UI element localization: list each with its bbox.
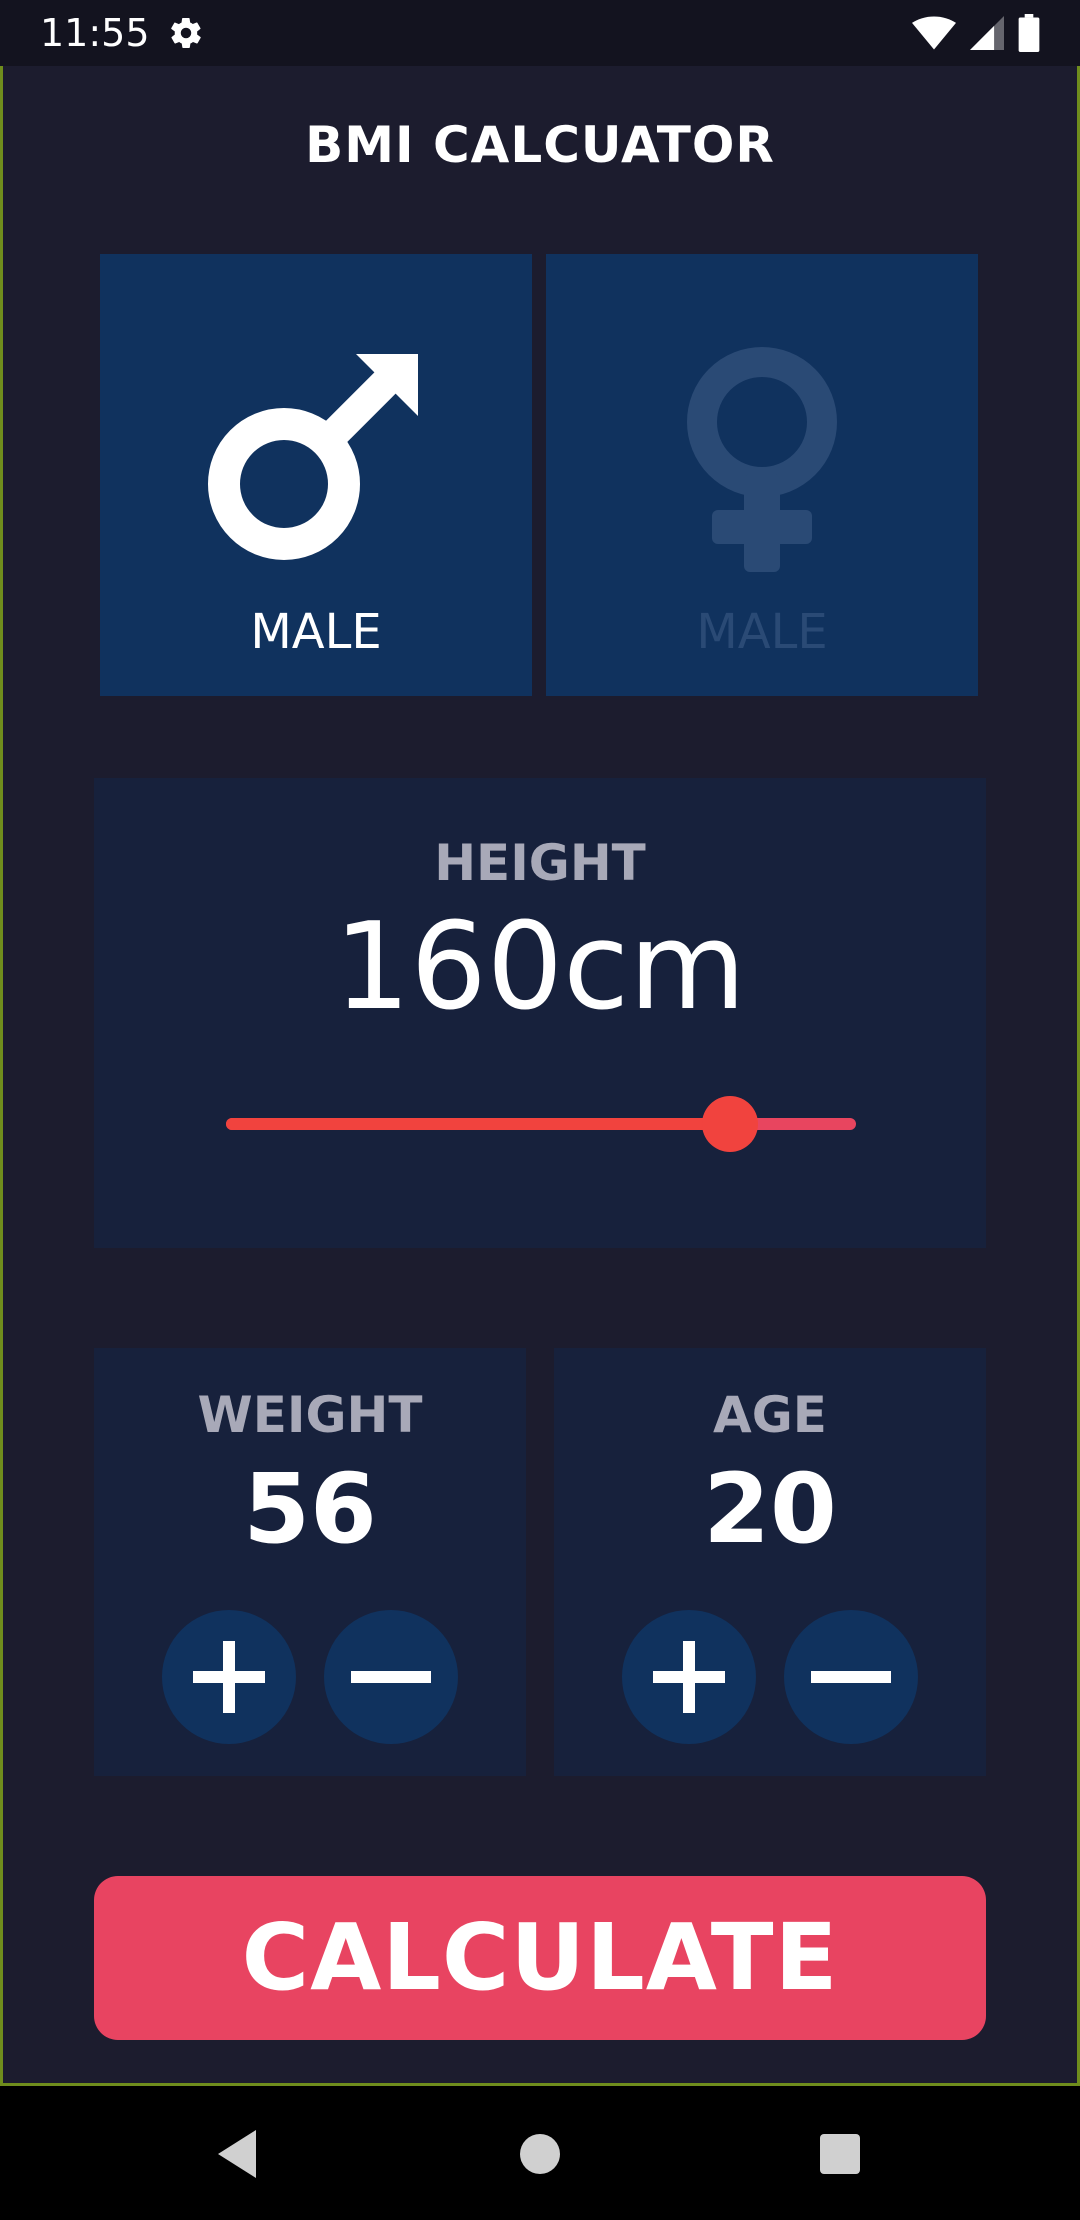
female-icon (687, 347, 837, 572)
screen: 11:55 BMI CALCUATOR MALE MALE HEIGHT 160… (0, 0, 1080, 2220)
app-content: BMI CALCUATOR MALE MALE HEIGHT 160cm WEI… (0, 66, 1080, 2040)
height-slider-active (226, 1118, 730, 1130)
plus-icon (653, 1641, 725, 1713)
weight-value: 56 (243, 1453, 377, 1565)
plus-icon (193, 1641, 265, 1713)
back-icon[interactable] (212, 2126, 268, 2182)
nav-bar (0, 2086, 1080, 2220)
minus-icon (351, 1671, 431, 1683)
height-card: HEIGHT 160cm (94, 778, 986, 1248)
male-card[interactable]: MALE (100, 254, 532, 696)
height-value: 160cm (334, 898, 746, 1037)
age-minus-button[interactable] (784, 1610, 918, 1744)
female-label: MALE (696, 604, 828, 660)
weight-label: WEIGHT (197, 1386, 423, 1444)
age-card: AGE 20 (554, 1348, 986, 1776)
recents-icon[interactable] (812, 2126, 868, 2182)
calculate-button[interactable]: CALCULATE (94, 1876, 986, 2040)
age-value: 20 (703, 1453, 837, 1565)
minus-icon (811, 1671, 891, 1683)
home-icon[interactable] (512, 2126, 568, 2182)
battery-icon (1018, 14, 1040, 52)
status-icons (912, 14, 1040, 52)
male-icon (208, 354, 418, 560)
app-title: BMI CALCUATOR (305, 116, 775, 174)
age-plus-button[interactable] (622, 1610, 756, 1744)
height-slider-thumb[interactable] (702, 1096, 758, 1152)
female-card[interactable]: MALE (546, 254, 978, 696)
wifi-icon (912, 16, 956, 50)
height-label: HEIGHT (434, 834, 646, 892)
male-label: MALE (250, 604, 382, 660)
age-label: AGE (713, 1386, 827, 1444)
weight-plus-button[interactable] (162, 1610, 296, 1744)
gear-icon (171, 17, 201, 49)
weight-card: WEIGHT 56 (94, 1348, 526, 1776)
status-bar: 11:55 (0, 0, 1080, 66)
signal-icon (970, 16, 1004, 50)
status-time: 11:55 (40, 11, 150, 55)
weight-minus-button[interactable] (324, 1610, 458, 1744)
